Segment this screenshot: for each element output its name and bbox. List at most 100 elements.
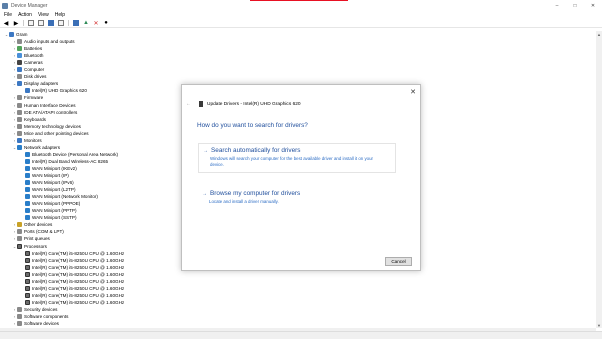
tree-item[interactable]: › Software components (12, 313, 68, 320)
tree-item[interactable]: Intel(R) Core(TM) i5-8250U CPU @ 1.60GHz (20, 264, 124, 271)
tree-item-label: Human Interface Devices (24, 102, 76, 108)
tree-item[interactable]: › Mice and other pointing devices (12, 130, 89, 137)
tree-item[interactable]: › Print queues (12, 235, 50, 242)
device-category-icon (17, 67, 22, 73)
tree-item[interactable]: Intel(R) Core(TM) i5-8250U CPU @ 1.60GHz (20, 299, 124, 306)
tree-item-label: Intel(R) Core(TM) i5-8250U CPU @ 1.60GHz (32, 292, 125, 298)
device-category-icon (25, 271, 30, 277)
tree-item[interactable]: › Human Interface Devices (12, 102, 76, 109)
tree-item[interactable]: Intel(R) Core(TM) i5-8250U CPU @ 1.60GHz (20, 257, 124, 264)
device-category-icon (17, 243, 22, 249)
tree-item-label: Monitors (24, 137, 42, 143)
help-icon[interactable] (48, 20, 54, 26)
tree-item[interactable]: › Cameras (12, 59, 43, 66)
tree-item[interactable]: Intel(R) Core(TM) i5-8250U CPU @ 1.60GHz (20, 271, 124, 278)
tree-item[interactable]: WAN Miniport (Network Monitor) (20, 193, 98, 200)
tree-item-label: Other devices (24, 222, 53, 228)
tree-item[interactable]: Intel(R) Core(TM) i5-8250U CPU @ 1.60GHz (20, 292, 124, 299)
tree-item-label: WAN Miniport (IKEv2) (32, 165, 77, 171)
tree-item[interactable]: ⌄ Network adapters (12, 144, 60, 151)
browse-computer-description: Locate and install a driver manually. (209, 199, 279, 204)
window-title: Device Manager (11, 2, 48, 9)
maximize-button[interactable]: □ (566, 0, 584, 11)
device-category-icon (17, 46, 22, 52)
menu-view[interactable]: View (38, 12, 49, 18)
device-category-icon (17, 109, 22, 115)
tree-item-label: Cameras (24, 60, 43, 66)
tree-item[interactable]: Intel(R) Dual Band Wireless-AC 8265 (20, 158, 108, 165)
scan-hardware-icon[interactable]: ● (103, 20, 109, 26)
device-category-icon (17, 39, 22, 45)
tree-item[interactable]: › Keyboards (12, 116, 46, 123)
menu-file[interactable]: File (4, 12, 12, 18)
device-category-icon (25, 201, 30, 207)
menu-help[interactable]: Help (55, 12, 65, 18)
tree-item-label: Gram (16, 32, 28, 37)
tree-item[interactable]: › Monitors (12, 137, 42, 144)
view-icon[interactable] (28, 20, 34, 26)
tree-item[interactable]: › Other devices (12, 221, 52, 228)
tree-item[interactable]: › Memory technology devices (12, 123, 81, 130)
tree-item[interactable]: WAN Miniport (PPPOE) (20, 200, 80, 207)
tree-item[interactable]: WAN Miniport (SSTP) (20, 214, 77, 221)
back-arrow-icon[interactable]: ← (186, 101, 191, 107)
tree-item-label: Memory technology devices (24, 123, 81, 129)
tree-item[interactable]: WAN Miniport (IP) (20, 172, 69, 179)
tree-item-label: WAN Miniport (PPPOE) (32, 201, 81, 207)
menu-action[interactable]: Action (18, 12, 32, 18)
update-drivers-dialog: ✕ ← Update Drivers - Intel(R) UHD Graphi… (181, 84, 421, 271)
properties-icon[interactable] (38, 20, 44, 26)
search-automatically-description: Windows will search your computer for th… (210, 156, 374, 167)
tree-item[interactable]: ⌄ Display adapters (12, 80, 58, 87)
minimize-button[interactable]: – (548, 0, 566, 11)
device-category-icon (17, 102, 22, 108)
device-category-icon (25, 173, 30, 178)
tree-item[interactable]: › Software devices (12, 320, 59, 327)
tree-item[interactable]: WAN Miniport (IPv6) (20, 179, 74, 186)
device-manager-icon (2, 2, 8, 9)
update-driver-icon[interactable]: ▲ (83, 20, 89, 26)
device-category-icon (25, 88, 30, 94)
tree-item[interactable]: WAN Miniport (PPTP) (20, 207, 77, 214)
back-arrow-icon[interactable]: ◀ (3, 20, 9, 27)
tree-item-label: WAN Miniport (PPTP) (32, 208, 77, 214)
device-category-icon (25, 250, 30, 256)
tree-item[interactable]: ⌄ Gram (4, 31, 27, 38)
scroll-down-icon[interactable]: ▼ (596, 322, 602, 328)
tree-item[interactable]: ⌄ Processors (12, 243, 47, 250)
search-automatically-option[interactable]: → Search automatically for drivers Windo… (198, 143, 396, 173)
device-category-icon (25, 208, 30, 214)
cancel-button[interactable]: Cancel (385, 257, 412, 266)
scroll-up-icon[interactable]: ▲ (596, 31, 602, 37)
tree-item[interactable]: › Bluetooth (12, 52, 43, 59)
tree-item[interactable]: WAN Miniport (IKEv2) (20, 165, 77, 172)
browse-computer-option[interactable]: → Browse my computer for drivers Locate … (198, 187, 396, 207)
device-category-icon (17, 236, 22, 242)
tree-item[interactable]: › Ports (COM & LPT) (12, 228, 64, 235)
tree-item[interactable]: Intel(R) Core(TM) i5-8250U CPU @ 1.60GHz (20, 285, 124, 292)
tree-item[interactable]: › Audio inputs and outputs (12, 38, 75, 45)
device-category-icon (25, 257, 30, 263)
forward-arrow-icon[interactable]: ▶ (13, 20, 19, 27)
tree-item[interactable]: › IDE ATA/ATAPI controllers (12, 109, 77, 116)
device-category-icon (25, 151, 30, 157)
tree-item[interactable]: › Batteries (12, 45, 42, 52)
uninstall-icon[interactable]: ✕ (93, 20, 99, 27)
tree-item[interactable]: › Security devices (12, 306, 57, 313)
tree-item[interactable]: Intel(R) UHD Graphics 620 (20, 87, 87, 94)
tree-item-label: Bluetooth Device (Personal Area Network) (32, 151, 119, 157)
tree-item[interactable]: Intel(R) Core(TM) i5-8250U CPU @ 1.60GHz (20, 278, 124, 285)
title-bar: Device Manager – □ ✕ (0, 0, 602, 11)
list-icon[interactable] (58, 20, 64, 26)
vertical-scrollbar[interactable]: ▲ ▼ (596, 31, 602, 328)
monitor-icon[interactable] (73, 20, 79, 26)
tree-item[interactable]: › Computer (12, 66, 44, 73)
device-category-icon (17, 116, 22, 122)
dialog-close-button[interactable]: ✕ (410, 88, 416, 96)
tree-item[interactable]: › Disk drives (12, 73, 46, 80)
tree-item[interactable]: Intel(R) Core(TM) i5-8250U CPU @ 1.60GHz (20, 250, 124, 257)
tree-item[interactable]: WAN Miniport (L2TP) (20, 186, 75, 193)
tree-item[interactable]: › Firmware (12, 94, 43, 101)
close-button[interactable]: ✕ (584, 0, 602, 11)
tree-item[interactable]: Bluetooth Device (Personal Area Network) (20, 151, 118, 158)
